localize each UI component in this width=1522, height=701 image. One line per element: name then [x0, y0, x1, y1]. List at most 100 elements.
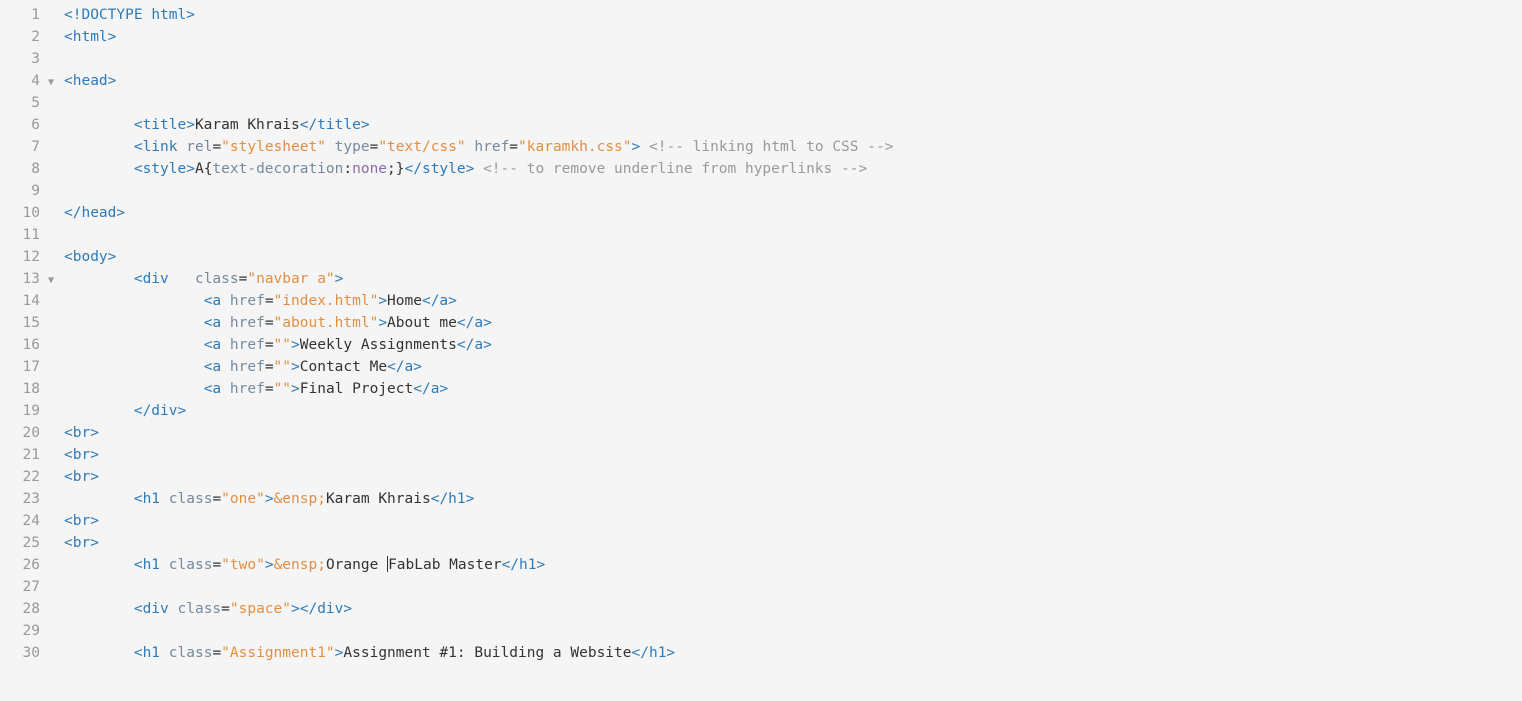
- code-line[interactable]: [64, 620, 1522, 642]
- code-token: <h1: [134, 645, 160, 661]
- code-line[interactable]: <style>A{text-decoration:none;}</style> …: [64, 158, 1522, 180]
- line-number[interactable]: 10: [0, 202, 40, 224]
- code-token: <!DOCTYPE: [64, 7, 143, 23]
- code-token: [160, 491, 169, 507]
- line-number[interactable]: 11: [0, 224, 40, 246]
- code-token: =: [265, 293, 274, 309]
- line-number[interactable]: 29: [0, 620, 40, 642]
- code-token: html: [151, 7, 186, 23]
- line-number[interactable]: 18: [0, 378, 40, 400]
- line-number[interactable]: 4▼: [0, 70, 40, 92]
- line-number[interactable]: 12: [0, 246, 40, 268]
- code-token: class: [178, 601, 222, 617]
- code-line[interactable]: <h1 class="two">&ensp;Orange FabLab Mast…: [64, 554, 1522, 576]
- line-number[interactable]: 21: [0, 444, 40, 466]
- line-number[interactable]: 23: [0, 488, 40, 510]
- line-number[interactable]: 14: [0, 290, 40, 312]
- code-line[interactable]: <title>Karam Khrais</title>: [64, 114, 1522, 136]
- code-line[interactable]: <html>: [64, 26, 1522, 48]
- code-line[interactable]: <link rel="stylesheet" type="text/css" h…: [64, 136, 1522, 158]
- line-number[interactable]: 30: [0, 642, 40, 664]
- code-line[interactable]: [64, 224, 1522, 246]
- code-token: </a>: [413, 381, 448, 397]
- code-token: >: [632, 139, 641, 155]
- code-token: "one": [221, 491, 265, 507]
- code-token: <style>: [134, 161, 195, 177]
- line-number[interactable]: 2: [0, 26, 40, 48]
- code-token: text-decoration: [212, 161, 343, 177]
- code-token: href: [230, 293, 265, 309]
- line-number[interactable]: 3: [0, 48, 40, 70]
- code-token: "navbar a": [247, 271, 334, 287]
- fold-triangle-icon[interactable]: ▼: [48, 270, 54, 292]
- code-line[interactable]: [64, 92, 1522, 114]
- code-token: href: [230, 315, 265, 331]
- code-line[interactable]: <head>: [64, 70, 1522, 92]
- code-line[interactable]: <br>: [64, 466, 1522, 488]
- code-line[interactable]: <a href="">Weekly Assignments</a>: [64, 334, 1522, 356]
- line-number[interactable]: 15: [0, 312, 40, 334]
- line-number[interactable]: 16: [0, 334, 40, 356]
- code-line[interactable]: <a href="">Final Project</a>: [64, 378, 1522, 400]
- code-line[interactable]: <a href="about.html">About me</a>: [64, 312, 1522, 334]
- code-token: FabLab Master: [388, 557, 502, 573]
- code-token: </div>: [300, 601, 352, 617]
- line-number[interactable]: 17: [0, 356, 40, 378]
- code-line[interactable]: <br>: [64, 422, 1522, 444]
- code-line[interactable]: <h1 class="Assignment1">Assignment #1: B…: [64, 642, 1522, 664]
- code-line[interactable]: <body>: [64, 246, 1522, 268]
- code-area[interactable]: <!DOCTYPE html><html><head> <title>Karam…: [58, 0, 1522, 701]
- code-token: ;: [387, 161, 396, 177]
- code-line[interactable]: <br>: [64, 510, 1522, 532]
- code-line[interactable]: <br>: [64, 444, 1522, 466]
- code-line[interactable]: <br>: [64, 532, 1522, 554]
- code-token: "": [274, 359, 291, 375]
- line-number[interactable]: 13▼: [0, 268, 40, 290]
- code-line[interactable]: <div class="space"></div>: [64, 598, 1522, 620]
- code-line[interactable]: <div class="navbar a">: [64, 268, 1522, 290]
- line-number[interactable]: 27: [0, 576, 40, 598]
- code-token: Contact Me: [300, 359, 387, 375]
- code-token: "space": [230, 601, 291, 617]
- line-number[interactable]: 1: [0, 4, 40, 26]
- line-number[interactable]: 5: [0, 92, 40, 114]
- code-line[interactable]: </div>: [64, 400, 1522, 422]
- code-token: </a>: [422, 293, 457, 309]
- code-token: Karam Khrais: [326, 491, 431, 507]
- line-number[interactable]: 8: [0, 158, 40, 180]
- code-token: >: [265, 557, 274, 573]
- line-number[interactable]: 28: [0, 598, 40, 620]
- code-token: <div: [134, 601, 169, 617]
- line-number[interactable]: 19: [0, 400, 40, 422]
- line-number[interactable]: 6: [0, 114, 40, 136]
- code-editor[interactable]: 1234▼5678910111213▼141516171819202122232…: [0, 0, 1522, 701]
- code-token: class: [169, 491, 213, 507]
- line-number[interactable]: 26: [0, 554, 40, 576]
- code-line[interactable]: <h1 class="one">&ensp;Karam Khrais</h1>: [64, 488, 1522, 510]
- code-line[interactable]: [64, 576, 1522, 598]
- line-number-gutter[interactable]: 1234▼5678910111213▼141516171819202122232…: [0, 0, 58, 701]
- code-line[interactable]: </head>: [64, 202, 1522, 224]
- code-token: >: [291, 381, 300, 397]
- line-number[interactable]: 7: [0, 136, 40, 158]
- code-token: "two": [221, 557, 265, 573]
- code-line[interactable]: <!DOCTYPE html>: [64, 4, 1522, 26]
- line-number[interactable]: 20: [0, 422, 40, 444]
- code-token: >: [265, 491, 274, 507]
- code-token: </div>: [134, 403, 186, 419]
- code-line[interactable]: <a href="">Contact Me</a>: [64, 356, 1522, 378]
- code-token: "karamkh.css": [518, 139, 632, 155]
- line-number[interactable]: 25: [0, 532, 40, 554]
- code-token: =: [265, 337, 274, 353]
- code-token: </a>: [457, 337, 492, 353]
- code-token: =: [265, 315, 274, 331]
- code-token: "stylesheet": [221, 139, 326, 155]
- line-number[interactable]: 24: [0, 510, 40, 532]
- code-token: [169, 271, 195, 287]
- code-line[interactable]: <a href="index.html">Home</a>: [64, 290, 1522, 312]
- code-line[interactable]: [64, 180, 1522, 202]
- fold-triangle-icon[interactable]: ▼: [48, 72, 54, 94]
- code-line[interactable]: [64, 48, 1522, 70]
- line-number[interactable]: 22: [0, 466, 40, 488]
- line-number[interactable]: 9: [0, 180, 40, 202]
